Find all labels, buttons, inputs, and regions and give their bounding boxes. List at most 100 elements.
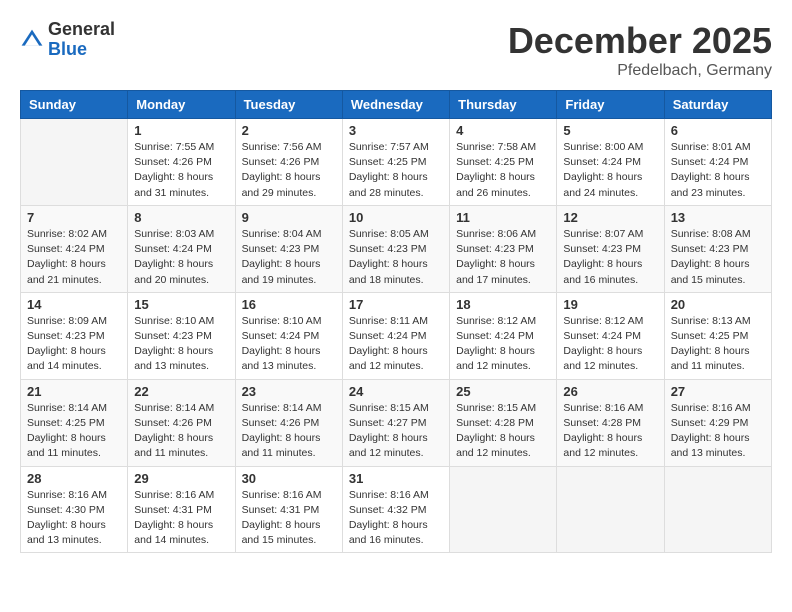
calendar-weekday-header: Saturday	[664, 91, 771, 119]
day-number: 4	[456, 123, 550, 138]
day-info: Sunrise: 8:10 AM Sunset: 4:23 PM Dayligh…	[134, 314, 228, 375]
day-info: Sunrise: 8:16 AM Sunset: 4:31 PM Dayligh…	[242, 488, 336, 549]
calendar-cell	[557, 466, 664, 553]
day-number: 15	[134, 297, 228, 312]
day-info: Sunrise: 7:56 AM Sunset: 4:26 PM Dayligh…	[242, 140, 336, 201]
calendar-weekday-header: Friday	[557, 91, 664, 119]
calendar-cell: 11 Sunrise: 8:06 AM Sunset: 4:23 PM Dayli…	[450, 205, 557, 292]
day-info: Sunrise: 8:04 AM Sunset: 4:23 PM Dayligh…	[242, 227, 336, 288]
day-number: 20	[671, 297, 765, 312]
title-area: December 2025 Pfedelbach, Germany	[508, 20, 772, 80]
day-info: Sunrise: 7:57 AM Sunset: 4:25 PM Dayligh…	[349, 140, 443, 201]
day-info: Sunrise: 8:03 AM Sunset: 4:24 PM Dayligh…	[134, 227, 228, 288]
day-info: Sunrise: 8:07 AM Sunset: 4:23 PM Dayligh…	[563, 227, 657, 288]
calendar-week-row: 28 Sunrise: 8:16 AM Sunset: 4:30 PM Dayli…	[21, 466, 772, 553]
day-info: Sunrise: 8:15 AM Sunset: 4:28 PM Dayligh…	[456, 401, 550, 462]
calendar-cell: 25Sunrise: 8:15 AM Sunset: 4:28 PM Dayli…	[450, 379, 557, 466]
calendar-cell: 10 Sunrise: 8:05 AM Sunset: 4:23 PM Dayli…	[342, 205, 449, 292]
day-number: 31	[349, 471, 443, 486]
day-number: 18	[456, 297, 550, 312]
day-info: Sunrise: 8:16 AM Sunset: 4:29 PM Dayligh…	[671, 401, 765, 462]
calendar-cell: 8 Sunrise: 8:03 AM Sunset: 4:24 PM Daylig…	[128, 205, 235, 292]
day-info: Sunrise: 8:01 AM Sunset: 4:24 PM Dayligh…	[671, 140, 765, 201]
logo-text: General Blue	[48, 20, 115, 60]
day-number: 24	[349, 384, 443, 399]
day-info: Sunrise: 8:14 AM Sunset: 4:26 PM Dayligh…	[134, 401, 228, 462]
day-info: Sunrise: 8:12 AM Sunset: 4:24 PM Dayligh…	[563, 314, 657, 375]
calendar-cell	[450, 466, 557, 553]
calendar-cell: 15 Sunrise: 8:10 AM Sunset: 4:23 PM Dayli…	[128, 292, 235, 379]
logo-general: General	[48, 20, 115, 40]
day-number: 1	[134, 123, 228, 138]
day-number: 17	[349, 297, 443, 312]
calendar-cell: 17 Sunrise: 8:11 AM Sunset: 4:24 PM Dayli…	[342, 292, 449, 379]
calendar-weekday-header: Sunday	[21, 91, 128, 119]
day-number: 14	[27, 297, 121, 312]
logo: General Blue	[20, 20, 115, 60]
calendar-cell: 2 Sunrise: 7:56 AM Sunset: 4:26 PM Daylig…	[235, 119, 342, 206]
calendar-cell: 9Sunrise: 8:04 AM Sunset: 4:23 PM Daylig…	[235, 205, 342, 292]
day-info: Sunrise: 8:05 AM Sunset: 4:23 PM Dayligh…	[349, 227, 443, 288]
calendar-cell: 21 Sunrise: 8:14 AM Sunset: 4:25 PM Dayli…	[21, 379, 128, 466]
calendar-cell: 16Sunrise: 8:10 AM Sunset: 4:24 PM Dayli…	[235, 292, 342, 379]
calendar-cell: 24 Sunrise: 8:15 AM Sunset: 4:27 PM Dayli…	[342, 379, 449, 466]
day-info: Sunrise: 8:06 AM Sunset: 4:23 PM Dayligh…	[456, 227, 550, 288]
day-number: 27	[671, 384, 765, 399]
calendar-cell: 12 Sunrise: 8:07 AM Sunset: 4:23 PM Dayli…	[557, 205, 664, 292]
month-title: December 2025	[508, 20, 772, 62]
calendar-weekday-header: Wednesday	[342, 91, 449, 119]
calendar-weekday-header: Monday	[128, 91, 235, 119]
calendar-week-row: 1 Sunrise: 7:55 AM Sunset: 4:26 PM Daylig…	[21, 119, 772, 206]
day-info: Sunrise: 8:15 AM Sunset: 4:27 PM Dayligh…	[349, 401, 443, 462]
day-number: 2	[242, 123, 336, 138]
calendar-week-row: 7 Sunrise: 8:02 AM Sunset: 4:24 PM Daylig…	[21, 205, 772, 292]
day-info: Sunrise: 8:12 AM Sunset: 4:24 PM Dayligh…	[456, 314, 550, 375]
logo-icon	[20, 28, 44, 52]
day-info: Sunrise: 7:58 AM Sunset: 4:25 PM Dayligh…	[456, 140, 550, 201]
day-number: 22	[134, 384, 228, 399]
page-header: General Blue December 2025 Pfedelbach, G…	[20, 20, 772, 80]
day-number: 12	[563, 210, 657, 225]
calendar-cell: 30Sunrise: 8:16 AM Sunset: 4:31 PM Dayli…	[235, 466, 342, 553]
day-number: 21	[27, 384, 121, 399]
calendar-cell: 1 Sunrise: 7:55 AM Sunset: 4:26 PM Daylig…	[128, 119, 235, 206]
day-info: Sunrise: 7:55 AM Sunset: 4:26 PM Dayligh…	[134, 140, 228, 201]
calendar-table: SundayMondayTuesdayWednesdayThursdayFrid…	[20, 90, 772, 553]
location: Pfedelbach, Germany	[508, 62, 772, 80]
calendar-cell: 26Sunrise: 8:16 AM Sunset: 4:28 PM Dayli…	[557, 379, 664, 466]
day-info: Sunrise: 8:16 AM Sunset: 4:31 PM Dayligh…	[134, 488, 228, 549]
day-info: Sunrise: 8:13 AM Sunset: 4:25 PM Dayligh…	[671, 314, 765, 375]
calendar-cell: 22 Sunrise: 8:14 AM Sunset: 4:26 PM Dayli…	[128, 379, 235, 466]
day-number: 29	[134, 471, 228, 486]
day-number: 5	[563, 123, 657, 138]
day-info: Sunrise: 8:16 AM Sunset: 4:28 PM Dayligh…	[563, 401, 657, 462]
day-info: Sunrise: 8:14 AM Sunset: 4:26 PM Dayligh…	[242, 401, 336, 462]
calendar-cell: 13 Sunrise: 8:08 AM Sunset: 4:23 PM Dayli…	[664, 205, 771, 292]
calendar-cell	[21, 119, 128, 206]
day-info: Sunrise: 8:16 AM Sunset: 4:30 PM Dayligh…	[27, 488, 121, 549]
day-info: Sunrise: 8:08 AM Sunset: 4:23 PM Dayligh…	[671, 227, 765, 288]
calendar-cell: 31 Sunrise: 8:16 AM Sunset: 4:32 PM Dayli…	[342, 466, 449, 553]
day-number: 6	[671, 123, 765, 138]
calendar-cell: 6 Sunrise: 8:01 AM Sunset: 4:24 PM Daylig…	[664, 119, 771, 206]
calendar-week-row: 14 Sunrise: 8:09 AM Sunset: 4:23 PM Dayli…	[21, 292, 772, 379]
calendar-weekday-header: Thursday	[450, 91, 557, 119]
day-number: 11	[456, 210, 550, 225]
day-number: 10	[349, 210, 443, 225]
calendar-cell: 7 Sunrise: 8:02 AM Sunset: 4:24 PM Daylig…	[21, 205, 128, 292]
calendar-cell	[664, 466, 771, 553]
day-number: 8	[134, 210, 228, 225]
calendar-header-row: SundayMondayTuesdayWednesdayThursdayFrid…	[21, 91, 772, 119]
day-info: Sunrise: 8:16 AM Sunset: 4:32 PM Dayligh…	[349, 488, 443, 549]
day-number: 7	[27, 210, 121, 225]
day-number: 28	[27, 471, 121, 486]
calendar-cell: 4 Sunrise: 7:58 AM Sunset: 4:25 PM Daylig…	[450, 119, 557, 206]
calendar-cell: 29 Sunrise: 8:16 AM Sunset: 4:31 PM Dayli…	[128, 466, 235, 553]
day-info: Sunrise: 8:02 AM Sunset: 4:24 PM Dayligh…	[27, 227, 121, 288]
day-number: 13	[671, 210, 765, 225]
day-info: Sunrise: 8:11 AM Sunset: 4:24 PM Dayligh…	[349, 314, 443, 375]
day-info: Sunrise: 8:14 AM Sunset: 4:25 PM Dayligh…	[27, 401, 121, 462]
day-info: Sunrise: 8:09 AM Sunset: 4:23 PM Dayligh…	[27, 314, 121, 375]
calendar-cell: 18 Sunrise: 8:12 AM Sunset: 4:24 PM Dayli…	[450, 292, 557, 379]
day-number: 3	[349, 123, 443, 138]
